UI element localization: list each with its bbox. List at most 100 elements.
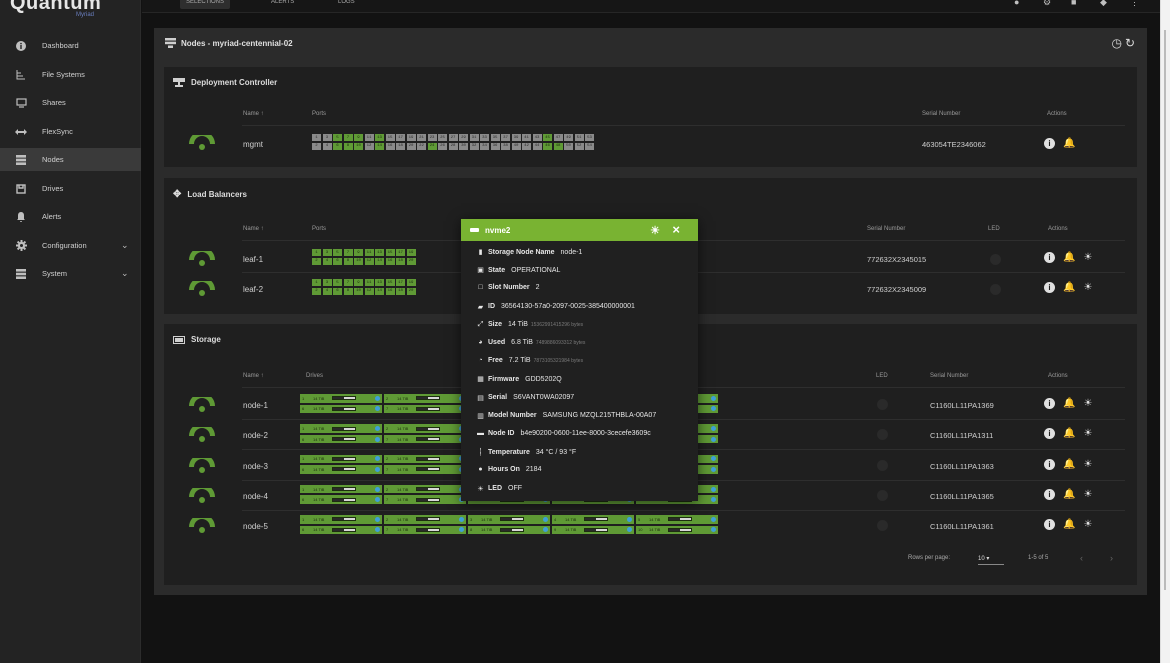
port-13[interactable]: 13 xyxy=(375,279,384,286)
node-name[interactable]: node-1 xyxy=(243,401,268,410)
drive-tile[interactable]: 6 14 TiB xyxy=(300,495,382,504)
node-name[interactable]: node-4 xyxy=(243,492,268,501)
sidebar-item-shares[interactable]: Shares xyxy=(0,91,141,114)
port-28[interactable]: 28 xyxy=(448,142,458,150)
led-toggle-icon[interactable]: ☀ xyxy=(1083,489,1092,500)
port-27[interactable]: 27 xyxy=(448,134,458,141)
bell-icon[interactable]: 🔔 xyxy=(1063,519,1075,530)
port-51[interactable]: 51 xyxy=(574,134,584,141)
refresh-icon[interactable]: ↻ xyxy=(1125,36,1135,50)
port-10[interactable]: 10 xyxy=(354,142,363,150)
more-vert-icon[interactable]: ⋮ xyxy=(1130,0,1139,8)
port-15[interactable]: 15 xyxy=(385,249,395,256)
port-11[interactable]: 11 xyxy=(364,249,374,256)
port-13[interactable]: 13 xyxy=(375,249,384,256)
drive-tile[interactable]: 4 14 TiB xyxy=(552,515,634,524)
port-20[interactable]: 20 xyxy=(406,257,416,265)
tab-alerts[interactable]: ALERTS xyxy=(265,0,300,9)
led-toggle-icon[interactable]: ☀ xyxy=(1083,428,1092,439)
led-toggle-icon[interactable]: ☀ xyxy=(650,224,660,237)
port-31[interactable]: 31 xyxy=(469,134,479,141)
drive-tile[interactable]: 7 14 TiB xyxy=(384,525,466,535)
port-17[interactable]: 17 xyxy=(396,279,405,286)
port-42[interactable]: 42 xyxy=(522,142,531,150)
info-icon[interactable]: i xyxy=(1044,398,1055,409)
port-8[interactable]: 8 xyxy=(343,257,353,265)
drive-tile[interactable]: 7 14 TiB xyxy=(384,495,466,504)
port-54[interactable]: 54 xyxy=(585,142,594,150)
port-40[interactable]: 40 xyxy=(511,142,521,150)
node-name[interactable]: node-2 xyxy=(243,431,268,440)
sidebar-item-configuration[interactable]: Configuration ⌄ xyxy=(0,234,141,257)
next-page-button[interactable]: › xyxy=(1110,553,1113,563)
close-icon[interactable]: × xyxy=(672,222,680,237)
node-name[interactable]: leaf-2 xyxy=(243,285,263,294)
gear-icon[interactable]: ⚙ xyxy=(1043,0,1051,8)
drive-tile[interactable]: 2 14 TiB xyxy=(384,515,466,524)
sidebar-item-dashboard[interactable]: Dashboard xyxy=(0,34,141,57)
bell-icon[interactable]: 🔔 xyxy=(1063,428,1075,439)
bell-icon[interactable]: 🔔 xyxy=(1063,459,1075,470)
port-2[interactable]: 2 xyxy=(312,142,321,150)
port-46[interactable]: 46 xyxy=(543,142,552,150)
led-toggle-icon[interactable]: ☀ xyxy=(1083,252,1092,263)
drive-tile[interactable]: 2 14 TiB xyxy=(384,424,466,433)
port-34[interactable]: 34 xyxy=(480,142,489,150)
port-6[interactable]: 6 xyxy=(333,142,342,150)
port-21[interactable]: 21 xyxy=(417,134,426,141)
port-45[interactable]: 45 xyxy=(543,134,552,141)
port-30[interactable]: 30 xyxy=(459,142,468,150)
port-48[interactable]: 48 xyxy=(553,142,563,150)
port-49[interactable]: 49 xyxy=(564,134,573,141)
sidebar-item-nodes[interactable]: Nodes xyxy=(0,148,141,171)
port-17[interactable]: 17 xyxy=(396,249,405,256)
port-2[interactable]: 2 xyxy=(312,287,321,295)
port-43[interactable]: 43 xyxy=(532,134,542,141)
sidebar-item-system[interactable]: System ⌄ xyxy=(0,262,141,285)
column-header-name[interactable]: Name ↑ xyxy=(243,111,264,117)
drive-tile[interactable]: 3 14 TiB xyxy=(468,515,550,524)
port-9[interactable]: 9 xyxy=(354,279,363,286)
info-icon[interactable]: i xyxy=(1044,519,1055,531)
port-16[interactable]: 16 xyxy=(385,287,395,295)
port-33[interactable]: 33 xyxy=(480,134,489,141)
port-18[interactable]: 18 xyxy=(396,142,405,150)
port-12[interactable]: 12 xyxy=(364,257,374,265)
node-name[interactable]: node-3 xyxy=(243,462,268,471)
user-icon[interactable]: ● xyxy=(1014,0,1019,7)
port-15[interactable]: 15 xyxy=(385,279,395,286)
vertical-scrollbar[interactable] xyxy=(1160,0,1170,663)
port-7[interactable]: 7 xyxy=(343,279,353,286)
drive-tile[interactable]: 7 14 TiB xyxy=(384,434,466,444)
tab-selections[interactable]: SELECTIONS xyxy=(180,0,231,9)
tab-logs[interactable]: LOGS xyxy=(332,0,361,9)
port-35[interactable]: 35 xyxy=(490,134,500,141)
drive-tile[interactable]: 1 14 TiB xyxy=(300,454,382,464)
port-14[interactable]: 14 xyxy=(375,257,384,265)
sidebar-item-alerts[interactable]: Alerts xyxy=(0,205,141,228)
port-50[interactable]: 50 xyxy=(564,142,573,150)
port-5[interactable]: 5 xyxy=(333,249,342,256)
info-icon[interactable]: i xyxy=(1044,458,1055,470)
port-1[interactable]: 1 xyxy=(312,249,321,256)
port-16[interactable]: 16 xyxy=(385,142,395,150)
port-4[interactable]: 4 xyxy=(322,287,332,295)
port-24[interactable]: 24 xyxy=(427,142,437,150)
drive-tile[interactable]: 1 14 TiB xyxy=(300,394,382,403)
port-38[interactable]: 38 xyxy=(501,142,510,150)
node-name[interactable]: leaf-1 xyxy=(243,255,263,264)
drive-tile[interactable]: 6 14 TiB xyxy=(300,465,382,474)
port-8[interactable]: 8 xyxy=(343,287,353,295)
port-39[interactable]: 39 xyxy=(511,134,521,141)
drive-tile[interactable]: 5 14 TiB xyxy=(636,515,718,524)
port-1[interactable]: 1 xyxy=(312,134,321,141)
port-2[interactable]: 2 xyxy=(312,257,321,265)
port-20[interactable]: 20 xyxy=(406,287,416,295)
port-12[interactable]: 12 xyxy=(364,142,374,150)
drive-tile[interactable]: 9 14 TiB xyxy=(552,525,634,535)
port-11[interactable]: 11 xyxy=(364,279,374,286)
port-22[interactable]: 22 xyxy=(417,142,426,150)
drive-tile[interactable]: 1 14 TiB xyxy=(300,515,382,524)
port-9[interactable]: 9 xyxy=(354,134,363,141)
port-4[interactable]: 4 xyxy=(322,142,332,150)
